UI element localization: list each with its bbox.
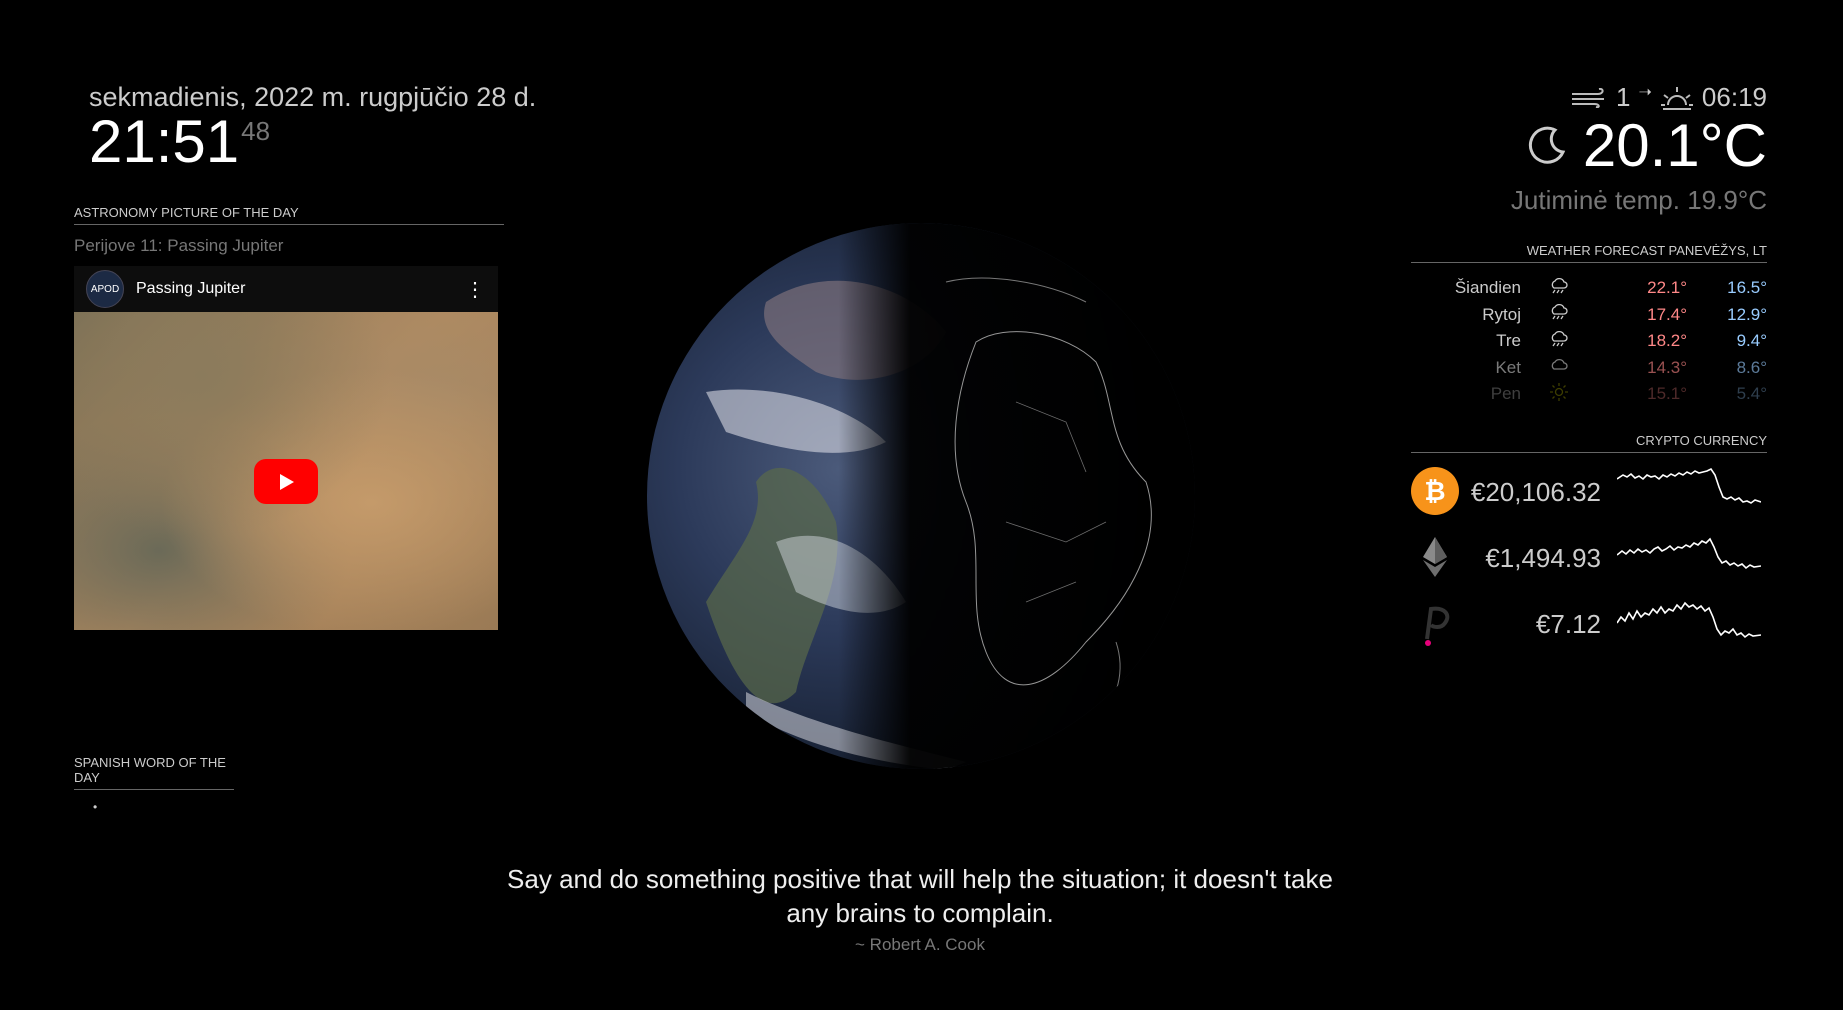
quote-text: Say and do something positive that will … xyxy=(507,864,1333,928)
cloud-rain-icon xyxy=(1521,302,1597,329)
moon-icon xyxy=(1528,126,1566,164)
clock-time: 21:5148 xyxy=(89,112,270,172)
wind-icon xyxy=(1572,87,1605,108)
forecast-table: Šiandien 22.1° 16.5° Rytoj 17.4° 12.9° T… xyxy=(1411,275,1767,408)
apod-title: Perijove 11: Passing Jupiter xyxy=(74,236,284,255)
apod-video-embed[interactable]: APOD Passing Jupiter ⋮ xyxy=(74,266,498,630)
weather-wind-sunrise: 1 ➝ 06:19 xyxy=(1570,82,1767,113)
current-temperature: 20.1°C xyxy=(1582,112,1767,179)
current-temperature-row: 20.1°C xyxy=(1527,116,1767,176)
sunrise-icon xyxy=(1660,86,1693,110)
forecast-max: 17.4° xyxy=(1647,304,1687,324)
video-title[interactable]: Passing Jupiter xyxy=(136,280,460,298)
cloud-rain-icon xyxy=(1521,275,1597,302)
polkadot-sparkline xyxy=(1617,601,1761,639)
forecast-row: Tre 18.2° 9.4° xyxy=(1411,328,1767,355)
forecast-max: 22.1° xyxy=(1647,278,1687,298)
ethereum-sparkline xyxy=(1617,537,1761,570)
crypto-price: €1,494.93 xyxy=(1485,543,1601,573)
forecast-row: Šiandien 22.1° 16.5° xyxy=(1411,275,1767,302)
quote-author: ~ Robert A. Cook xyxy=(855,935,985,954)
play-icon xyxy=(280,473,294,490)
svg-text:₿: ₿ xyxy=(1424,476,1445,506)
play-button[interactable] xyxy=(254,459,318,504)
channel-avatar[interactable]: APOD xyxy=(86,270,124,308)
clock-hours-minutes: 21:51 xyxy=(89,108,240,175)
crypto-row-polkadot: €7.12 xyxy=(1411,593,1767,649)
crypto-row-bitcoin: ₿ €20,106.32 xyxy=(1411,461,1767,517)
video-title-bar: APOD Passing Jupiter ⋮ xyxy=(74,266,498,312)
forecast-row: Ket 14.3° 8.6° xyxy=(1411,355,1767,382)
forecast-row: Rytoj 17.4° 12.9° xyxy=(1411,302,1767,329)
forecast-header: WEATHER FORECAST PANEVĖŽYS, LT xyxy=(1411,243,1767,263)
more-vert-icon[interactable]: ⋮ xyxy=(460,277,490,302)
forecast-min: 9.4° xyxy=(1736,331,1767,351)
forecast-max: 15.1° xyxy=(1647,384,1687,404)
crypto-header: CRYPTO CURRENCY xyxy=(1411,433,1767,453)
forecast-min: 8.6° xyxy=(1736,357,1767,377)
word-header: SPANISH WORD OF THE DAY xyxy=(74,755,234,790)
forecast-min: 16.5° xyxy=(1727,278,1767,298)
forecast-day: Rytoj xyxy=(1482,304,1521,324)
bitcoin-sparkline xyxy=(1617,467,1761,504)
forecast-max: 14.3° xyxy=(1647,357,1687,377)
cloud-rain-icon xyxy=(1521,328,1597,355)
forecast-row: Pen 15.1° 5.4° xyxy=(1411,381,1767,408)
bitcoin-icon: ₿ xyxy=(1411,467,1459,515)
sun-icon xyxy=(1521,381,1597,408)
apod-header: ASTRONOMY PICTURE OF THE DAY xyxy=(74,205,504,225)
forecast-day: Tre xyxy=(1496,331,1521,351)
feels-like: Jutiminė temp. 19.9°C xyxy=(1510,185,1767,215)
forecast-day: Pen xyxy=(1490,384,1521,404)
crypto-price: €7.12 xyxy=(1535,609,1601,639)
wind-speed: 1 xyxy=(1616,82,1631,112)
polkadot-icon xyxy=(1425,606,1450,646)
ethereum-icon xyxy=(1423,537,1447,577)
cloud-icon xyxy=(1521,355,1597,382)
word-list-bullet: • xyxy=(93,800,98,814)
forecast-max: 18.2° xyxy=(1647,331,1687,351)
sunrise-time: 06:19 xyxy=(1701,82,1767,112)
earth-globe xyxy=(646,222,1196,770)
crypto-price: €20,106.32 xyxy=(1470,477,1601,507)
clock-seconds: 48 xyxy=(241,116,271,146)
video-thumbnail[interactable] xyxy=(74,312,498,630)
forecast-min: 5.4° xyxy=(1736,384,1767,404)
crypto-row-ethereum: €1,494.93 xyxy=(1411,527,1767,583)
forecast-min: 12.9° xyxy=(1727,304,1767,324)
forecast-day: Ket xyxy=(1495,357,1521,377)
forecast-day: Šiandien xyxy=(1454,278,1521,298)
wind-direction-arrow: ➝ xyxy=(1638,83,1652,101)
